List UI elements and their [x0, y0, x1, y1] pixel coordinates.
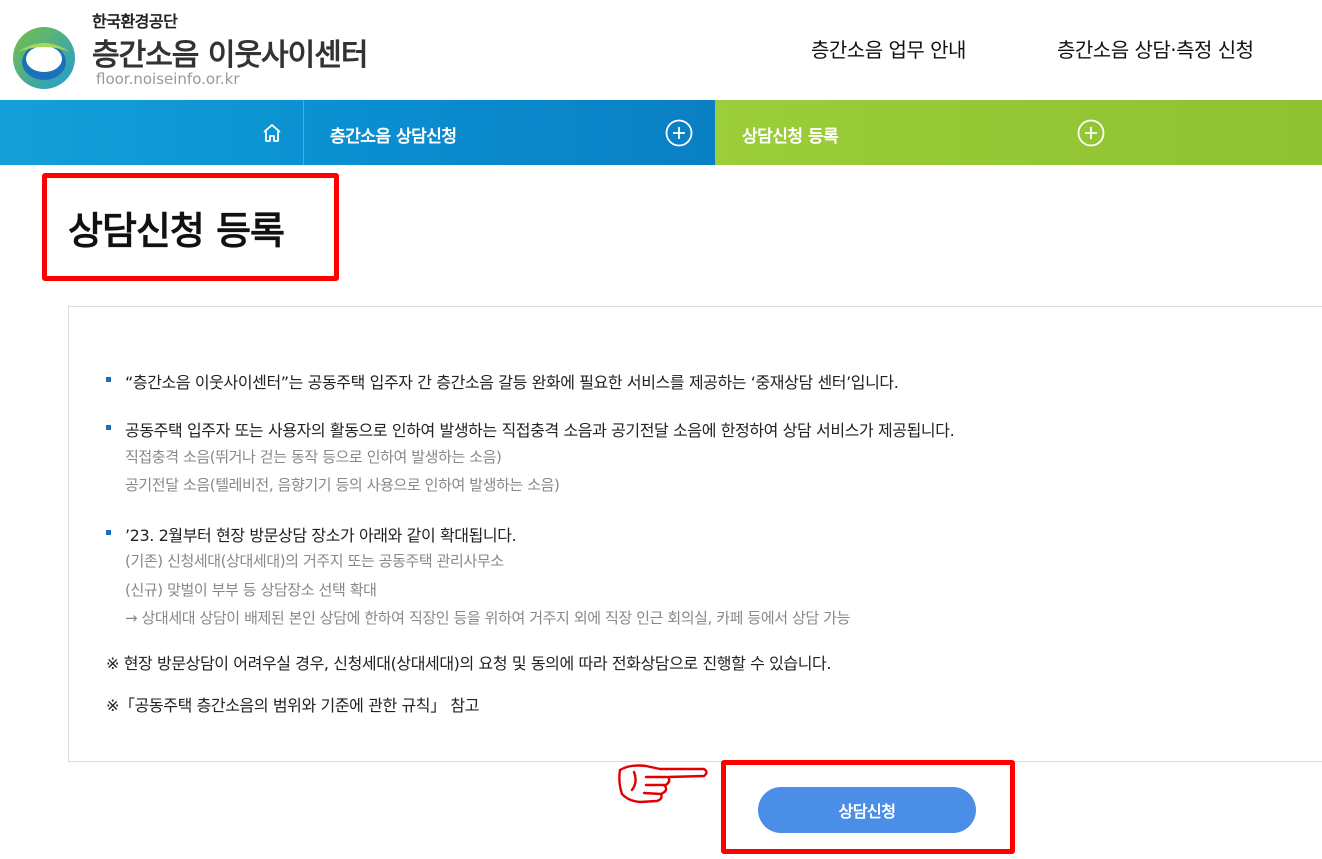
site-url: floor.noiseinfo.or.kr [96, 70, 240, 88]
note-1: ※ 현장 방문상담이 어려우실 경우, 신청세대(상대세대)의 요청 및 동의에… [106, 654, 832, 673]
bullet-marker [106, 530, 111, 535]
breadcrumb-nav: 층간소음 상담신청 상담신청 등록 [0, 100, 1322, 165]
apply-consult-button[interactable]: 상담신청 [758, 787, 976, 833]
info-item-1: “층간소음 이웃사이센터”는 공동주택 입주자 간 층간소음 갈등 완화에 필요… [125, 373, 899, 392]
info-item-2: 공동주택 입주자 또는 사용자의 활동으로 인하여 발생하는 직접충격 소음과 … [125, 421, 955, 440]
pointing-hand-icon [618, 764, 708, 804]
info-item-2-sub-1: 직접충격 소음(뛰거나 걷는 동작 등으로 인하여 발생하는 소음) [125, 448, 502, 466]
info-item-3-sub-2: (신규) 맞벌이 부부 등 상담장소 선택 확대 [125, 581, 377, 599]
info-item-3-sub-1: (기존) 신청세대(상대세대)의 거주지 또는 공동주택 관리사무소 [125, 552, 504, 570]
info-item-2-sub-2: 공기전달 소음(텔레비전, 음향기기 등의 사용으로 인하여 발생하는 소음) [125, 476, 560, 494]
nav-item-consult-apply[interactable]: 층간소음 상담신청 [330, 122, 457, 147]
top-nav-guide[interactable]: 층간소음 업무 안내 [811, 34, 966, 63]
info-item-3: ’23. 2월부터 현장 방문상담 장소가 아래와 같이 확대됩니다. [125, 526, 517, 545]
plus-circle-icon[interactable] [665, 119, 693, 147]
org-name: 한국환경공단 [92, 12, 178, 31]
plus-circle-icon[interactable] [1077, 119, 1105, 147]
top-nav-apply[interactable]: 층간소음 상담·측정 신청 [1057, 34, 1254, 63]
bullet-marker [106, 425, 111, 430]
site-title[interactable]: 층간소음 이웃사이센터 [92, 30, 368, 74]
page-title: 상담신청 등록 [68, 209, 285, 253]
logo-icon[interactable] [12, 26, 76, 90]
nav-item-consult-register[interactable]: 상담신청 등록 [742, 122, 839, 147]
info-item-3-sub-3: → 상대세대 상담이 배제된 본인 상담에 한하여 직장인 등을 위하여 거주지… [125, 609, 850, 627]
note-2: ※「공동주택 층간소음의 범위와 기준에 관한 규칙」 참고 [106, 696, 480, 715]
site-header: 한국환경공단 층간소음 이웃사이센터 floor.noiseinfo.or.kr… [0, 0, 1322, 100]
home-button[interactable] [240, 100, 304, 165]
bullet-marker [106, 377, 111, 382]
home-icon [262, 123, 281, 142]
